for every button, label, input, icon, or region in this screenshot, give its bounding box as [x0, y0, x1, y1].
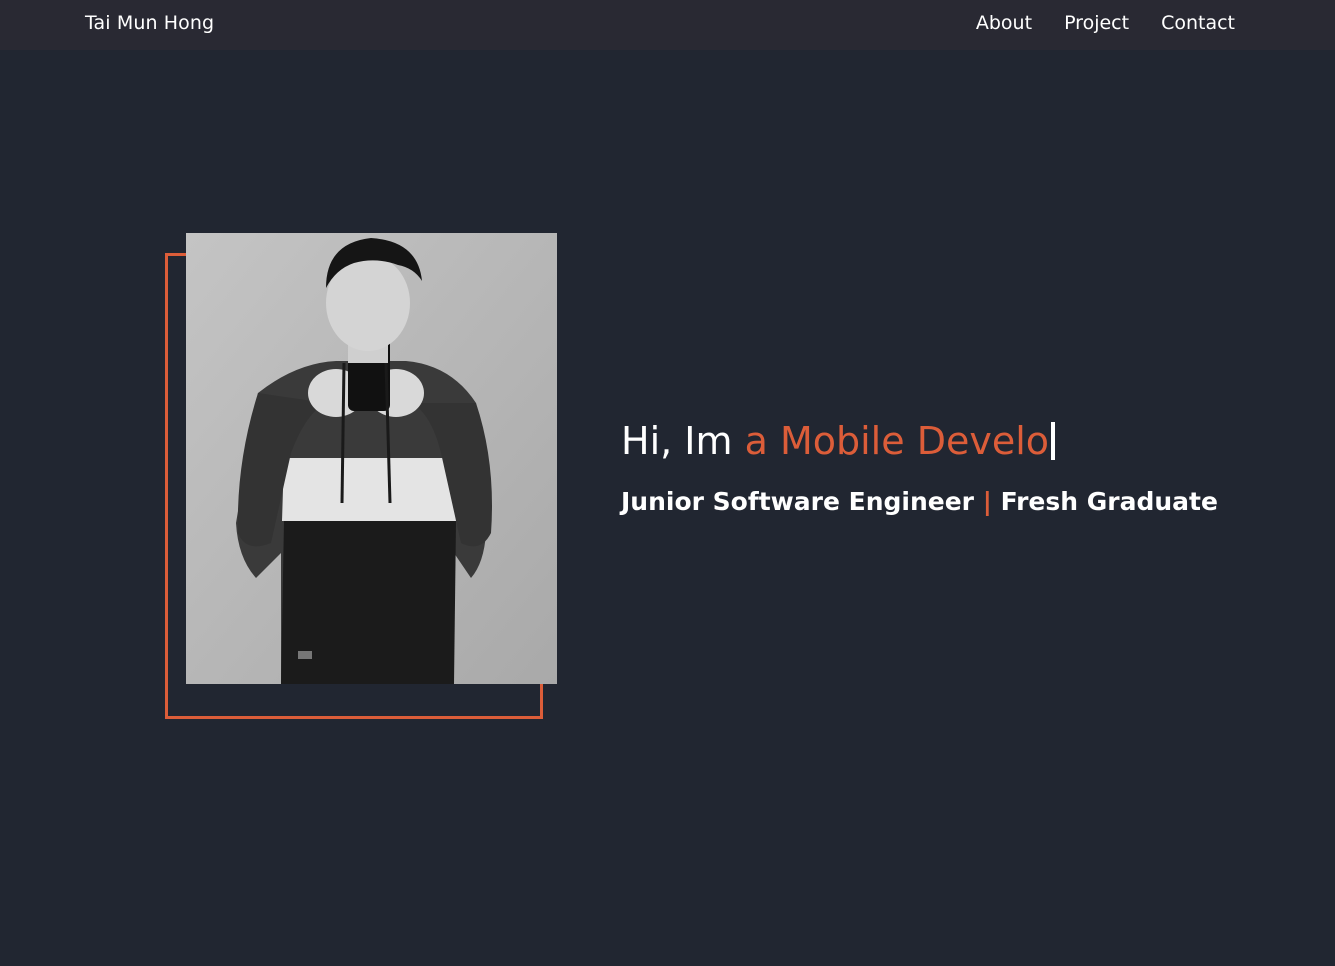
top-navbar: Tai Mun Hong About Project Contact — [0, 0, 1335, 50]
nav-link-project[interactable]: Project — [1064, 12, 1129, 34]
nav-link-contact[interactable]: Contact — [1161, 12, 1235, 34]
nav-links: About Project Contact — [976, 12, 1235, 34]
hero-subtitle-separator: | — [982, 487, 992, 516]
hero-subtitle: Junior Software Engineer | Fresh Graduat… — [621, 487, 1218, 516]
hero-greeting: Hi, Im — [621, 419, 745, 463]
hero-subtitle-status: Fresh Graduate — [1000, 487, 1218, 516]
profile-photo-illustration — [186, 233, 557, 684]
hero-title: Hi, Im a Mobile Develo — [621, 415, 1218, 467]
hero-section: Hi, Im a Mobile Develo Junior Software E… — [621, 415, 1218, 516]
profile-photo — [186, 233, 557, 684]
brand-link[interactable]: Tai Mun Hong — [85, 12, 214, 34]
hero-subtitle-role: Junior Software Engineer — [621, 487, 975, 516]
typing-cursor — [1051, 422, 1056, 460]
nav-link-about[interactable]: About — [976, 12, 1032, 34]
hero-typed-text: a Mobile Develo — [744, 419, 1050, 463]
